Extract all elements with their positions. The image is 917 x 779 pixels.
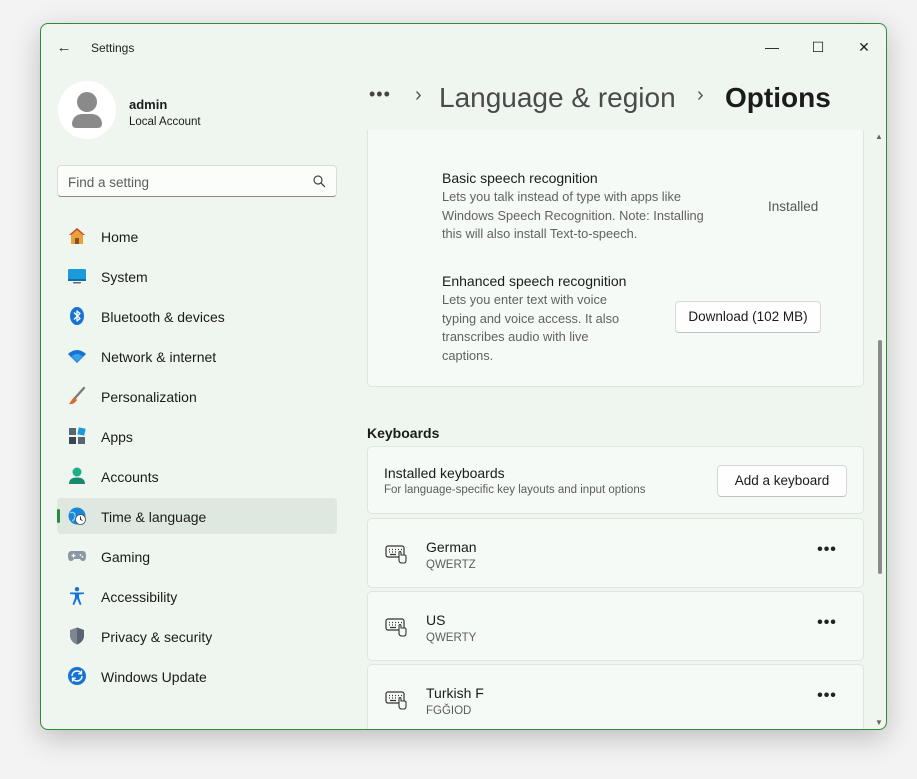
sidebar-item-time-language[interactable]: Time & language (57, 498, 337, 534)
app-title: Settings (91, 41, 135, 55)
search-input[interactable] (68, 172, 298, 192)
avatar (58, 81, 116, 139)
speech-card: Basic speech recognition Lets you talk i… (367, 130, 864, 387)
installed-keyboards-subtitle: For language-specific key layouts and in… (384, 484, 646, 496)
add-keyboard-button[interactable]: Add a keyboard (717, 465, 847, 497)
keyboards-section-title: Keyboards (367, 425, 440, 441)
gaming-icon (68, 551, 86, 561)
time-language-icon (68, 507, 86, 525)
sidebar-item-label: Privacy & security (101, 629, 213, 645)
title-bar: ← Settings — ☐ ✕ (41, 24, 886, 70)
keyboard-row: US QWERTY ••• (367, 591, 864, 661)
settings-window: ← Settings — ☐ ✕ admin Local Account Hom… (40, 23, 887, 730)
sidebar-item-personalization[interactable]: Personalization (57, 378, 337, 414)
sidebar-item-gaming[interactable]: Gaming (57, 538, 337, 574)
keyboard-more-options-button[interactable]: ••• (814, 687, 840, 711)
accounts-icon (69, 467, 85, 484)
shield-icon (70, 627, 84, 645)
keyboard-icon (385, 545, 407, 564)
user-name: admin (129, 97, 168, 112)
sidebar-item-accessibility[interactable]: Accessibility (57, 578, 337, 614)
keyboard-row: Turkish F FGĞIOD ••• (367, 664, 864, 729)
download-speech-button[interactable]: Download (102 MB) (675, 301, 821, 333)
sidebar-item-system[interactable]: System (57, 258, 337, 294)
sidebar-item-label: Network & internet (101, 349, 217, 365)
sidebar-item-privacy[interactable]: Privacy & security (57, 618, 337, 654)
keyboard-more-options-button[interactable]: ••• (814, 614, 840, 638)
sidebar-item-network[interactable]: Network & internet (57, 338, 337, 374)
user-profile[interactable]: admin Local Account (58, 81, 338, 143)
search-box[interactable] (57, 165, 337, 197)
enhanced-speech-desc-line: captions. (442, 347, 494, 363)
search-icon[interactable] (312, 174, 326, 188)
sidebar-nav: Home System Bluetooth & devices Network … (57, 218, 337, 698)
breadcrumb-language-region[interactable]: Language & region (439, 82, 676, 114)
keyboard-name: US (426, 612, 446, 628)
keyboard-layout: QWERTZ (426, 559, 476, 571)
update-icon (68, 667, 86, 685)
keyboard-name: German (426, 539, 477, 555)
home-icon (69, 228, 85, 244)
scroll-up-arrow-icon[interactable]: ▲ (875, 132, 883, 141)
enhanced-speech-title: Enhanced speech recognition (442, 273, 627, 289)
installed-keyboards-card: Installed keyboards For language-specifi… (367, 446, 864, 514)
brush-icon (69, 386, 86, 405)
page-title: Options (725, 82, 831, 113)
basic-speech-desc-line: Lets you talk instead of type with apps … (442, 189, 682, 204)
minimize-button[interactable]: — (749, 31, 795, 63)
maximize-button[interactable]: ☐ (795, 31, 841, 63)
sidebar-item-label: Time & language (101, 509, 207, 525)
installed-keyboards-title: Installed keyboards (384, 465, 505, 481)
basic-speech-desc-line: Windows Speech Recognition. Note: Instal… (442, 207, 704, 223)
basic-speech-title: Basic speech recognition (442, 170, 598, 186)
system-icon (68, 269, 86, 284)
accessibility-icon (70, 587, 84, 605)
sidebar-item-windows-update[interactable]: Windows Update (57, 658, 337, 694)
keyboard-row: German QWERTZ ••• (367, 518, 864, 588)
sidebar-item-apps[interactable]: Apps (57, 418, 337, 454)
sidebar-item-accounts[interactable]: Accounts (57, 458, 337, 494)
sidebar-item-label: Home (101, 229, 139, 245)
scroll-thumb[interactable] (878, 340, 882, 574)
sidebar-item-label: Personalization (101, 389, 197, 405)
keyboard-more-options-button[interactable]: ••• (814, 541, 840, 565)
sidebar-item-label: Bluetooth & devices (101, 309, 225, 325)
sidebar-item-label: Gaming (101, 549, 151, 565)
apps-icon (69, 427, 86, 444)
avatar-head-icon (77, 92, 97, 112)
sidebar-item-home[interactable]: Home (57, 218, 337, 254)
enhanced-speech-desc-line: typing and voice access. It also (442, 310, 620, 326)
content-scrollbar[interactable]: ▲ ▼ (875, 130, 885, 729)
keyboard-icon (385, 691, 407, 710)
keyboard-icon (385, 618, 407, 637)
sidebar-item-bluetooth[interactable]: Bluetooth & devices (57, 298, 337, 334)
chevron-right-icon: › (415, 84, 422, 106)
keyboard-layout: QWERTY (426, 632, 477, 644)
scroll-down-arrow-icon[interactable]: ▼ (875, 718, 883, 727)
keyboard-name: Turkish F (426, 685, 484, 701)
options-content: Basic speech recognition Lets you talk i… (367, 130, 864, 729)
sidebar-item-label: Accessibility (101, 589, 178, 605)
back-button[interactable]: ← (53, 38, 75, 58)
enhanced-speech-desc-line: Lets you enter text with voice (442, 292, 608, 307)
chevron-right-icon: › (697, 84, 704, 106)
sidebar-item-label: Accounts (101, 469, 159, 485)
keyboard-layout: FGĞIOD (426, 705, 472, 717)
avatar-body-icon (72, 114, 102, 128)
sidebar-item-label: System (101, 269, 148, 285)
sidebar-item-label: Apps (101, 429, 133, 445)
close-button[interactable]: ✕ (841, 31, 886, 63)
basic-speech-desc-line: this will also install Text-to-speech. (442, 226, 638, 241)
wifi-icon (68, 350, 86, 363)
breadcrumb-more-button[interactable]: ••• (369, 84, 391, 105)
enhanced-speech-desc-line: transcribes audio with live (442, 329, 589, 344)
basic-speech-status: Installed (768, 199, 819, 214)
bluetooth-icon (70, 307, 84, 325)
sidebar-item-label: Windows Update (101, 669, 207, 685)
account-type: Local Account (129, 116, 201, 128)
